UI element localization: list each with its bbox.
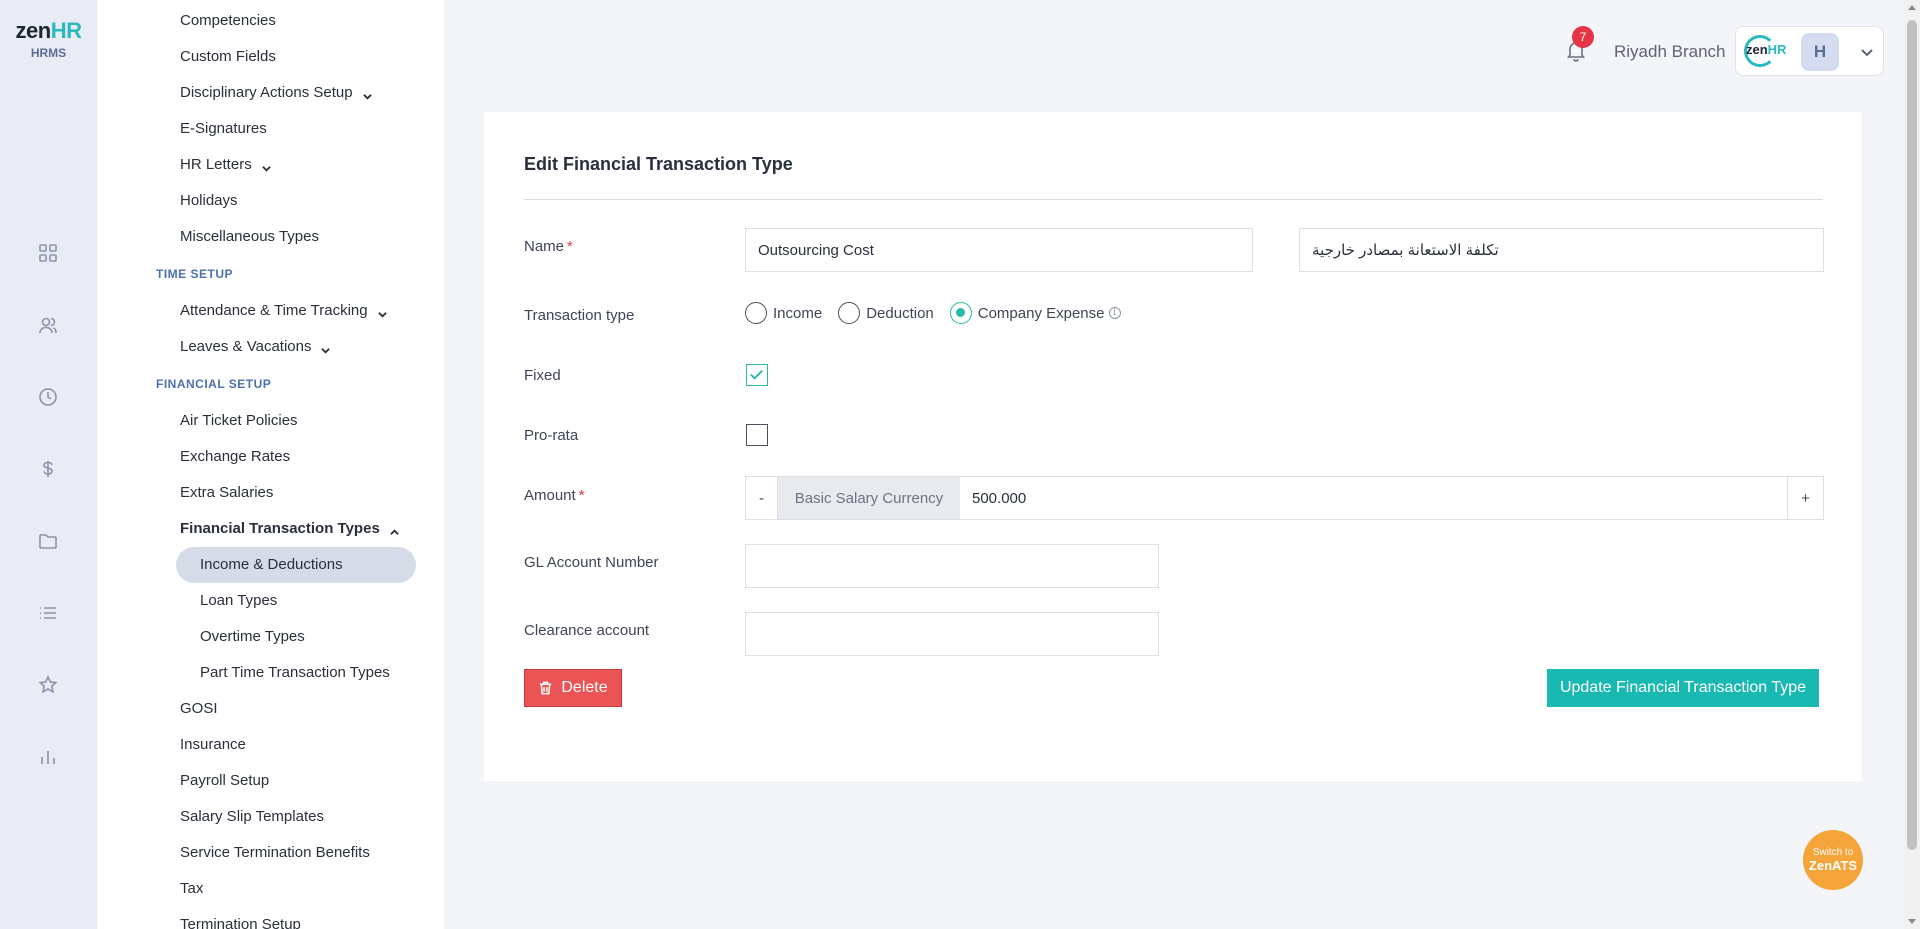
list-icon[interactable] — [36, 601, 60, 625]
brand-logo[interactable]: zenHR HRMS — [0, 18, 97, 60]
amount-decrement-button[interactable]: - — [746, 477, 778, 519]
trash-icon — [540, 681, 552, 695]
sidebar-item-financial-transaction-types[interactable]: Financial Transaction Types — [180, 520, 399, 537]
chevron-down-icon — [1860, 45, 1874, 59]
settings-sidebar: Competencies Custom Fields Disciplinary … — [97, 0, 444, 929]
edit-form-card: Edit Financial Transaction Type Name * Ou… — [484, 112, 1862, 781]
currency-addon: Basic Salary Currency — [778, 477, 960, 519]
gl-account-input[interactable] — [745, 544, 1159, 588]
section-financial-setup: FINANCIAL SETUP — [156, 377, 272, 391]
sidebar-item-disciplinary[interactable]: Disciplinary Actions Setup — [180, 84, 372, 101]
name-ar-input[interactable]: تكلفة الاستعانة بمصادر خارجية — [1299, 228, 1824, 272]
icon-rail: zenHR HRMS — [0, 0, 97, 929]
name-en-input[interactable]: Outsourcing Cost — [745, 228, 1253, 272]
info-icon[interactable]: i — [1108, 307, 1121, 319]
amount-stepper: - Basic Salary Currency 500.000 + — [745, 476, 1824, 520]
chevron-down-icon — [377, 306, 387, 318]
sidebar-item-holidays[interactable]: Holidays — [180, 192, 238, 209]
chevron-down-icon — [261, 160, 271, 172]
prorata-checkbox[interactable] — [746, 424, 768, 446]
amount-input[interactable]: 500.000 — [960, 477, 1026, 519]
divider — [524, 199, 1823, 200]
page-title: Edit Financial Transaction Type — [524, 154, 793, 174]
sidebar-item-e-signatures[interactable]: E-Signatures — [180, 120, 267, 137]
sidebar-item-exchange-rates[interactable]: Exchange Rates — [180, 448, 290, 465]
prorata-label: Pro-rata — [524, 427, 579, 444]
folder-icon[interactable] — [36, 529, 60, 553]
scroll-down-icon[interactable] — [1908, 919, 1916, 924]
sidebar-item-extra-salaries[interactable]: Extra Salaries — [180, 484, 273, 501]
amount-increment-button[interactable]: + — [1787, 477, 1823, 519]
sidebar-item-attendance[interactable]: Attendance & Time Tracking — [180, 302, 387, 319]
sidebar-item-misc-types[interactable]: Miscellaneous Types — [180, 228, 319, 245]
fixed-checkbox[interactable] — [746, 364, 768, 386]
chevron-down-icon — [362, 88, 372, 100]
radio-deduction[interactable]: Deduction — [838, 302, 934, 324]
notification-badge: 7 — [1572, 26, 1594, 48]
radio-income[interactable]: Income — [745, 302, 822, 324]
sidebar-item-competencies[interactable]: Competencies — [180, 12, 276, 29]
name-label: Name * — [524, 238, 573, 255]
dollar-icon[interactable] — [36, 457, 60, 481]
amount-label: Amount * — [524, 487, 585, 504]
scroll-up-icon[interactable] — [1908, 5, 1916, 10]
switch-to-zenats-button[interactable]: Switch to ZenATS — [1803, 830, 1863, 890]
company-logo: zenHR — [1746, 42, 1787, 57]
sidebar-item-air-ticket[interactable]: Air Ticket Policies — [180, 412, 298, 429]
sidebar-active-highlight — [176, 547, 416, 583]
user-menu[interactable]: zenHR H — [1735, 26, 1884, 76]
transaction-type-label: Transaction type — [524, 307, 635, 324]
chevron-down-icon — [321, 342, 331, 354]
scroll-thumb[interactable] — [1907, 20, 1917, 850]
clock-icon[interactable] — [36, 385, 60, 409]
branch-name[interactable]: Riyadh Branch — [1614, 42, 1726, 62]
avatar: H — [1801, 33, 1839, 71]
bar-chart-icon[interactable] — [36, 745, 60, 769]
radio-company-expense[interactable]: Company Expense i — [949, 302, 1121, 324]
update-button[interactable]: Update Financial Transaction Type — [1547, 669, 1819, 707]
clearance-account-label: Clearance account — [524, 622, 650, 639]
sidebar-item-leaves[interactable]: Leaves & Vacations — [180, 338, 331, 355]
section-time-setup: TIME SETUP — [156, 267, 234, 281]
chevron-up-icon — [390, 524, 399, 535]
dashboard-icon[interactable] — [36, 241, 60, 265]
sidebar-item-hr-letters[interactable]: HR Letters — [180, 156, 271, 173]
sidebar-item-custom-fields[interactable]: Custom Fields — [180, 48, 276, 65]
clearance-account-input[interactable] — [745, 612, 1159, 656]
transaction-type-radio-group: Income Deduction Company Expense i — [745, 302, 1137, 324]
star-icon[interactable] — [36, 673, 60, 697]
delete-button[interactable]: Delete — [524, 669, 622, 707]
fixed-label: Fixed — [524, 367, 561, 384]
page-scrollbar[interactable] — [1904, 0, 1920, 929]
gl-account-label: GL Account Number — [524, 554, 659, 571]
people-icon[interactable] — [36, 313, 60, 337]
